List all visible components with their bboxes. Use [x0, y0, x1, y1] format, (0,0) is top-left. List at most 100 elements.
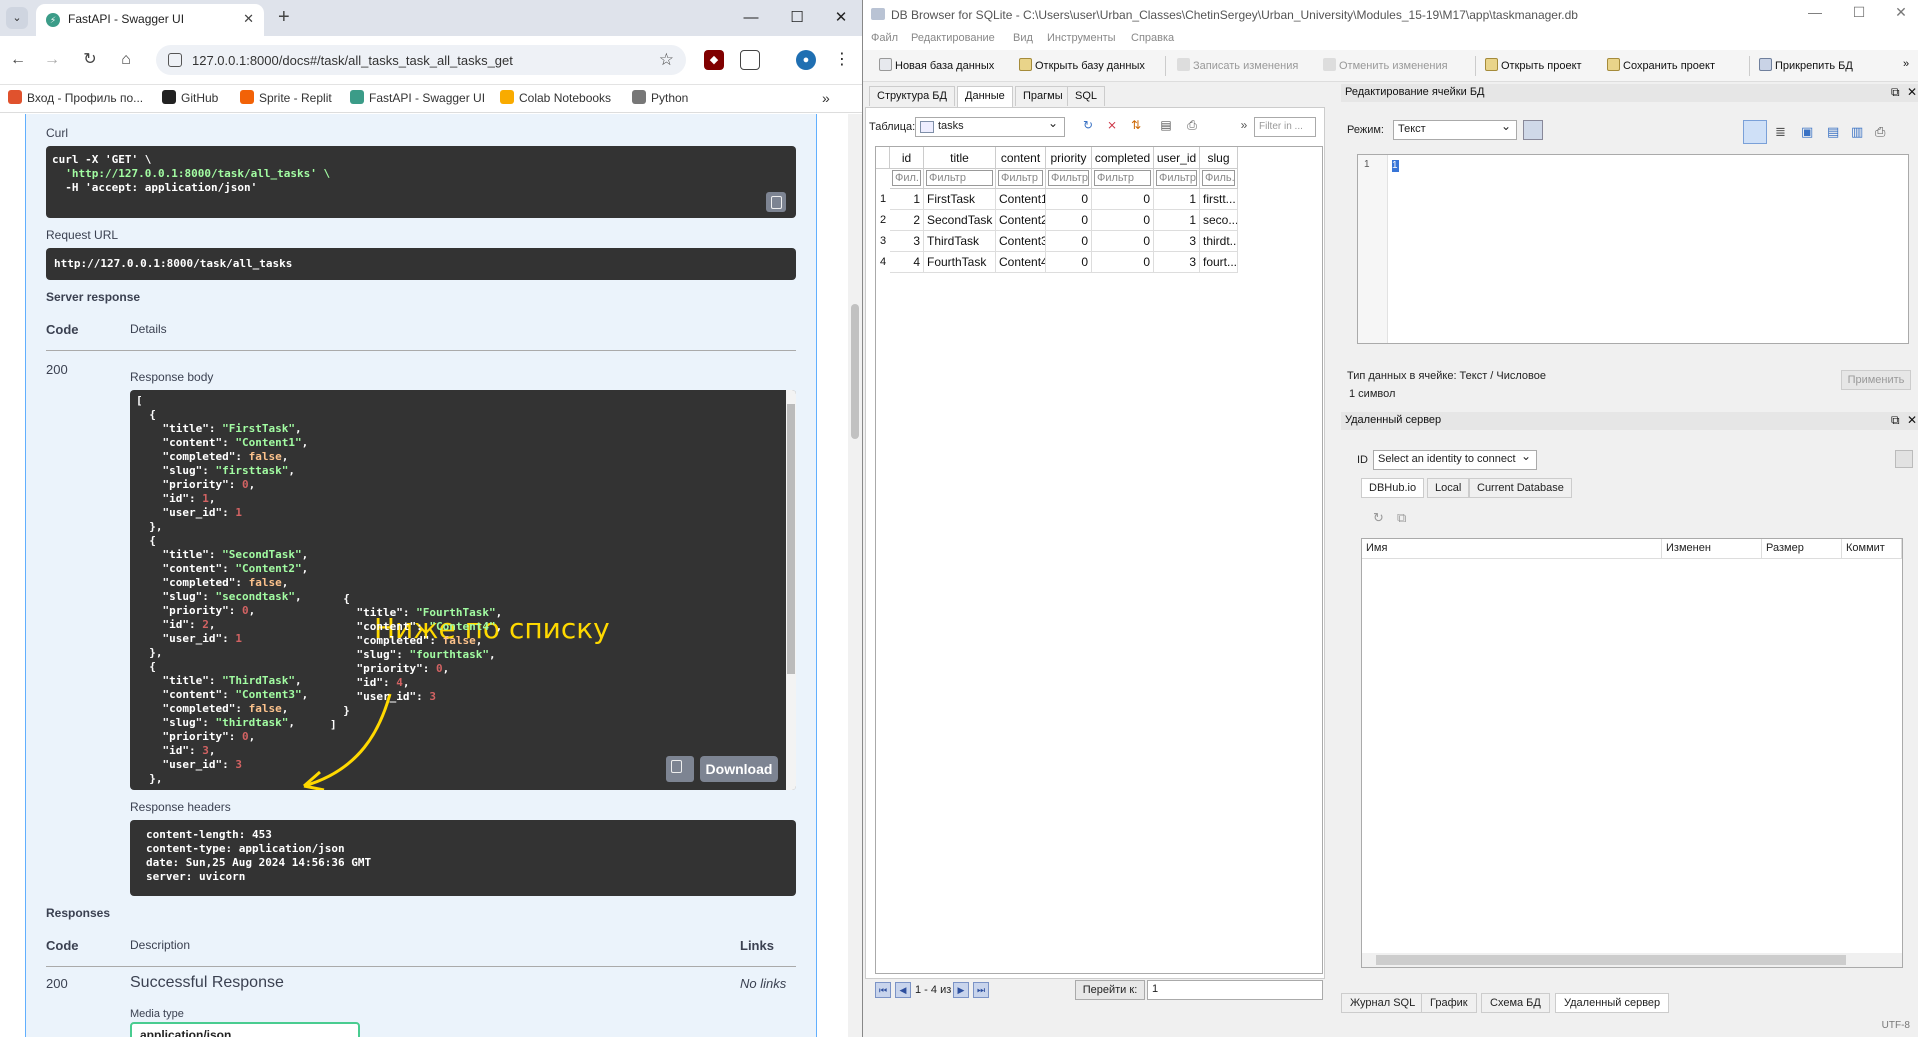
grid-cell-title[interactable]: SecondTask	[924, 210, 996, 231]
tab-db-schema[interactable]: Схема БД	[1481, 993, 1550, 1013]
tab-local[interactable]: Local	[1427, 478, 1470, 498]
grid-cell-title[interactable]: ThirdTask	[924, 231, 996, 252]
grid-cell-slug[interactable]: seco...	[1200, 210, 1238, 231]
grid-cell-completed[interactable]: 0	[1092, 189, 1154, 210]
prev-record-button[interactable]: ◀	[895, 982, 911, 998]
clear-filters-icon[interactable]: ⨯	[1103, 118, 1121, 136]
toolbar-overflow-icon[interactable]: »	[1903, 58, 1909, 70]
identity-settings-icon[interactable]	[1895, 450, 1913, 468]
db-close-button[interactable]: ✕	[1883, 4, 1918, 24]
set-null-icon[interactable]: ▥	[1851, 124, 1863, 140]
grid-cell-priority[interactable]: 0	[1046, 189, 1092, 210]
scrollbar-thumb[interactable]	[787, 404, 795, 674]
remote-col-name[interactable]: Имя	[1362, 539, 1662, 559]
reload-icon[interactable]: ↻	[78, 48, 102, 72]
column-header-content[interactable]: content	[996, 147, 1046, 169]
column-header-priority[interactable]: priority	[1046, 147, 1092, 169]
row-number[interactable]: 3	[876, 235, 890, 247]
bookmark-item[interactable]: Вход - Профиль по...	[8, 90, 143, 105]
column-header-slug[interactable]: slug	[1200, 147, 1238, 169]
tab-current-database[interactable]: Current Database	[1469, 478, 1572, 498]
grid-cell-completed[interactable]: 0	[1092, 252, 1154, 273]
remote-hscrollbar[interactable]	[1362, 953, 1902, 967]
row-number[interactable]: 2	[876, 214, 890, 226]
tab-plot[interactable]: График	[1421, 993, 1477, 1013]
grid-cell-user-id[interactable]: 3	[1154, 252, 1200, 273]
bookmarks-overflow-icon[interactable]: »	[822, 90, 830, 106]
first-record-button[interactable]: ⏮	[875, 982, 891, 998]
remote-col-modified[interactable]: Изменен	[1662, 539, 1762, 559]
filter-cell[interactable]: Филь...	[1200, 169, 1238, 189]
filter-cell[interactable]: Фильтр	[996, 169, 1046, 189]
close-window-button[interactable]: ✕	[826, 6, 856, 30]
filter-cell[interactable]: Фил...	[890, 169, 924, 189]
goto-button[interactable]: Перейти к:	[1075, 980, 1145, 1000]
grid-cell-user-id[interactable]: 1	[1154, 210, 1200, 231]
mode-select[interactable]: Текст	[1393, 119, 1517, 140]
tab-sql[interactable]: SQL	[1067, 86, 1106, 106]
word-wrap-icon[interactable]: ≣	[1775, 124, 1786, 140]
minimize-button[interactable]: —	[736, 6, 766, 30]
grid-cell-slug[interactable]: thirdt...	[1200, 231, 1238, 252]
print-cell-icon[interactable]: ⎙	[1875, 124, 1885, 140]
open-db-button[interactable]: Открыть базу данных	[1019, 58, 1145, 72]
sort-icon[interactable]: ⇅	[1127, 118, 1145, 136]
copy-curl-button[interactable]	[766, 192, 786, 212]
media-type-select[interactable]: application/json	[130, 1022, 360, 1037]
grid-cell-content[interactable]: Content4	[996, 252, 1046, 273]
menu-file[interactable]: Файл	[871, 32, 898, 44]
identity-select[interactable]: Select an identity to connect	[1373, 449, 1537, 470]
column-header-user-id[interactable]: user_id	[1154, 147, 1200, 169]
grid-cell-content[interactable]: Content3	[996, 231, 1046, 252]
tab-dbhub[interactable]: DBHub.io	[1361, 478, 1425, 498]
tab-db-structure[interactable]: Структура БД	[869, 86, 955, 106]
grid-cell-user-id[interactable]: 3	[1154, 231, 1200, 252]
next-record-button[interactable]: ▶	[953, 982, 969, 998]
goto-input[interactable]: 1	[1147, 980, 1323, 1000]
copy-body-button[interactable]	[666, 756, 694, 782]
clone-db-icon[interactable]: ⧉	[1397, 510, 1406, 526]
db-minimize-button[interactable]: —	[1797, 4, 1833, 24]
column-header-title[interactable]: title	[924, 147, 996, 169]
ublock-icon[interactable]: ◆	[704, 50, 724, 70]
grid-cell-completed[interactable]: 0	[1092, 231, 1154, 252]
tab-pragmas[interactable]: Прагмы	[1015, 86, 1071, 106]
print-icon[interactable]: ⎙	[1183, 118, 1201, 136]
maximize-button[interactable]: ☐	[782, 6, 812, 30]
insert-record-icon[interactable]: ▤	[1157, 118, 1175, 136]
cell-editor[interactable]: 1 1	[1357, 154, 1909, 344]
grid-cell-completed[interactable]: 0	[1092, 210, 1154, 231]
menu-edit[interactable]: Редактирование	[911, 32, 995, 44]
browser-tab[interactable]: ⚡ FastAPI - Swagger UI ✕	[36, 4, 264, 36]
tab-close-icon[interactable]: ✕	[243, 11, 254, 27]
refresh-remote-icon[interactable]: ↻	[1373, 510, 1384, 526]
menu-view[interactable]: Вид	[1013, 32, 1033, 44]
remote-col-size[interactable]: Размер	[1762, 539, 1842, 559]
grid-cell-id[interactable]: 1	[890, 189, 924, 210]
filter-cell[interactable]: Фильтр	[1092, 169, 1154, 189]
float-pane-icon[interactable]: ⧉	[1891, 413, 1900, 428]
download-button[interactable]: Download	[700, 756, 778, 782]
tab-data[interactable]: Данные	[957, 86, 1013, 107]
grid-cell-slug[interactable]: fourt...	[1200, 252, 1238, 273]
grid-cell-priority[interactable]: 0	[1046, 252, 1092, 273]
last-record-button[interactable]: ⏭	[973, 982, 989, 998]
filter-cell[interactable]: Фильтр	[1154, 169, 1200, 189]
remote-col-commit[interactable]: Коммит	[1842, 539, 1902, 559]
new-db-button[interactable]: Новая база данных	[879, 58, 994, 72]
site-info-icon[interactable]	[168, 53, 182, 67]
attach-db-button[interactable]: Прикрепить БД	[1759, 58, 1853, 72]
page-scrollbar-thumb[interactable]	[851, 304, 859, 439]
global-filter-input[interactable]: Filter in ...	[1254, 117, 1316, 137]
filter-cell[interactable]: Фильтр	[1046, 169, 1092, 189]
filter-cell[interactable]: Фильтр	[924, 169, 996, 189]
tab-remote[interactable]: Удаленный сервер	[1555, 993, 1670, 1013]
extensions-icon[interactable]	[740, 50, 760, 70]
save-project-button[interactable]: Сохранить проект	[1607, 58, 1715, 72]
grid-cell-id[interactable]: 3	[890, 231, 924, 252]
grid-cell-id[interactable]: 2	[890, 210, 924, 231]
apply-button[interactable]: Применить	[1841, 370, 1911, 390]
more-menu-icon[interactable]: ⋮	[832, 50, 852, 70]
refresh-icon[interactable]: ↻	[1079, 118, 1097, 136]
text-mode-icon[interactable]	[1743, 120, 1767, 144]
